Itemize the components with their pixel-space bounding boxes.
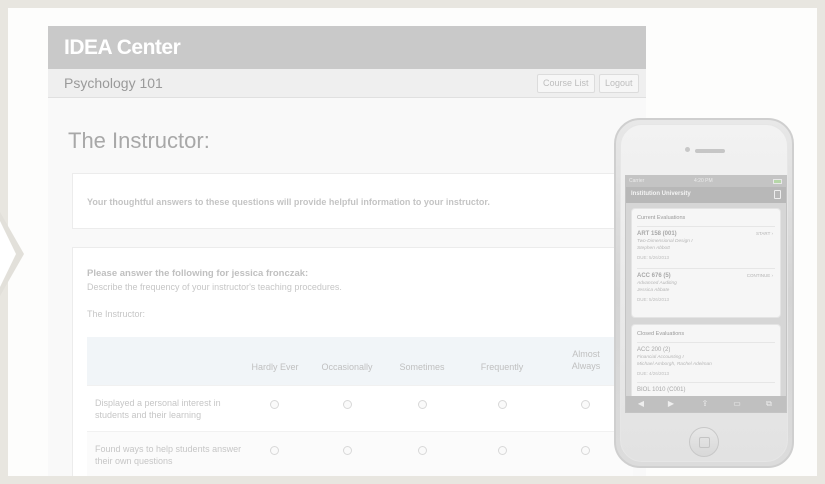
- home-square-icon: [699, 437, 710, 448]
- brand-title: IDEA Center: [64, 36, 181, 59]
- radio-occasionally[interactable]: [343, 446, 352, 455]
- closed-evaluations-title: Closed Evaluations: [637, 331, 685, 337]
- evaluation-instructor: Stephen Abbott: [637, 246, 670, 251]
- closed-evaluations-card: Closed Evaluations ACC 200 (2) Financial…: [631, 324, 781, 404]
- radio-almost-always[interactable]: [581, 400, 590, 409]
- phone-mockup: Carrier 4:20 PM Institution University C…: [614, 118, 794, 468]
- carrier-label: Carrier: [629, 178, 645, 184]
- question-panel: Please answer the following for jessica …: [72, 247, 633, 476]
- question-text: Found ways to help students answer their…: [95, 444, 242, 466]
- continue-button[interactable]: CONTINUE ›: [747, 273, 773, 278]
- current-evaluations-title: Current Evaluations: [637, 215, 686, 221]
- evaluation-course: ACC 200 (2): [637, 347, 671, 353]
- mobile-nav-title: Institution University: [631, 191, 691, 197]
- evaluation-instructor: Jessica Abbate: [637, 288, 670, 293]
- home-button[interactable]: [689, 427, 719, 457]
- question-row: Displayed a personal interest in student…: [87, 385, 633, 431]
- evaluation-course-name: Financial Accounting I: [637, 355, 684, 360]
- evaluation-course: ACC 676 (5): [637, 273, 671, 279]
- radio-hardly-ever[interactable]: [270, 446, 279, 455]
- question-heading: Please answer the following for jessica …: [87, 268, 309, 279]
- scale-label-sometimes: Sometimes: [399, 362, 445, 372]
- radio-sometimes[interactable]: [418, 400, 427, 409]
- phone-body: Carrier 4:20 PM Institution University C…: [620, 124, 788, 462]
- intro-text: Your thoughtful answers to these questio…: [87, 197, 490, 207]
- radio-sometimes[interactable]: [418, 446, 427, 455]
- mobile-navbar: Institution University: [626, 187, 786, 203]
- evaluation-due: DUE: 5/26/2013: [637, 255, 670, 260]
- question-text: Displayed a personal interest in student…: [95, 398, 221, 420]
- scale-label-frequently: Frequently: [480, 362, 524, 372]
- evaluation-course-name: Two-Dimensional Design I: [637, 239, 693, 244]
- scale-header: Hardly Ever Occasionally Sometimes Frequ…: [87, 337, 633, 385]
- instructor-label: The Instructor:: [87, 309, 146, 319]
- radio-occasionally[interactable]: [343, 400, 352, 409]
- question-description: Describe the frequency of your instructo…: [87, 282, 342, 292]
- radio-almost-always[interactable]: [581, 446, 590, 455]
- scale-label-almost-always: Almost Always: [571, 349, 601, 371]
- evaluation-due: DUE: 4/26/2013: [637, 371, 670, 376]
- scale-label-occasionally: Occasionally: [321, 362, 373, 372]
- speaker-grille: [695, 149, 725, 153]
- back-icon[interactable]: ◀: [634, 399, 648, 409]
- evaluation-due: DUE: 5/26/2013: [637, 297, 670, 302]
- desktop-app: IDEA Center Psychology 101 Course List L…: [48, 26, 646, 476]
- question-row: Found ways to help students answer their…: [87, 431, 633, 476]
- app-header: IDEA Center: [48, 26, 646, 69]
- battery-icon: [773, 179, 782, 184]
- evaluation-course: ART 158 (001): [637, 231, 677, 237]
- camera-icon: [685, 147, 690, 152]
- course-title: Psychology 101: [64, 75, 163, 91]
- scale-label-hardly-ever: Hardly Ever: [251, 362, 299, 372]
- evaluation-item[interactable]: ACC 200 (2) Financial Accounting I Micha…: [637, 342, 775, 380]
- status-time: 4:20 PM: [694, 178, 713, 184]
- share-icon[interactable]: ⇪: [698, 399, 712, 409]
- mobile-menu-icon[interactable]: [774, 190, 781, 199]
- evaluation-instructor: Michael Amborgh, Rachel Adelman: [637, 362, 712, 367]
- tabs-icon[interactable]: ⧉: [762, 399, 776, 409]
- start-button[interactable]: START ›: [756, 231, 773, 236]
- evaluation-course-name: Advanced Auditing: [637, 281, 677, 286]
- forward-icon[interactable]: ▶: [664, 399, 678, 409]
- radio-frequently[interactable]: [498, 446, 507, 455]
- intro-panel: Your thoughtful answers to these questio…: [72, 173, 632, 229]
- course-list-button[interactable]: Course List: [537, 74, 595, 93]
- status-bar: Carrier 4:20 PM: [626, 176, 786, 187]
- logout-button[interactable]: Logout: [599, 74, 639, 93]
- evaluation-item[interactable]: ACC 676 (5) CONTINUE › Advanced Auditing…: [637, 268, 775, 308]
- bookmarks-icon[interactable]: ▭: [730, 399, 744, 409]
- page-title: The Instructor:: [68, 128, 210, 153]
- evaluation-item[interactable]: ART 158 (001) START › Two-Dimensional De…: [637, 226, 775, 266]
- current-evaluations-card: Current Evaluations ART 158 (001) START …: [631, 208, 781, 318]
- radio-frequently[interactable]: [498, 400, 507, 409]
- course-bar: Psychology 101 Course List Logout: [48, 69, 646, 98]
- phone-screen: Carrier 4:20 PM Institution University C…: [625, 175, 787, 413]
- callout-arrow-inner: [0, 221, 16, 287]
- evaluation-course: BIOL 1010 (C001): [637, 387, 686, 393]
- radio-hardly-ever[interactable]: [270, 400, 279, 409]
- browser-toolbar: ◀ ▶ ⇪ ▭ ⧉: [626, 396, 786, 412]
